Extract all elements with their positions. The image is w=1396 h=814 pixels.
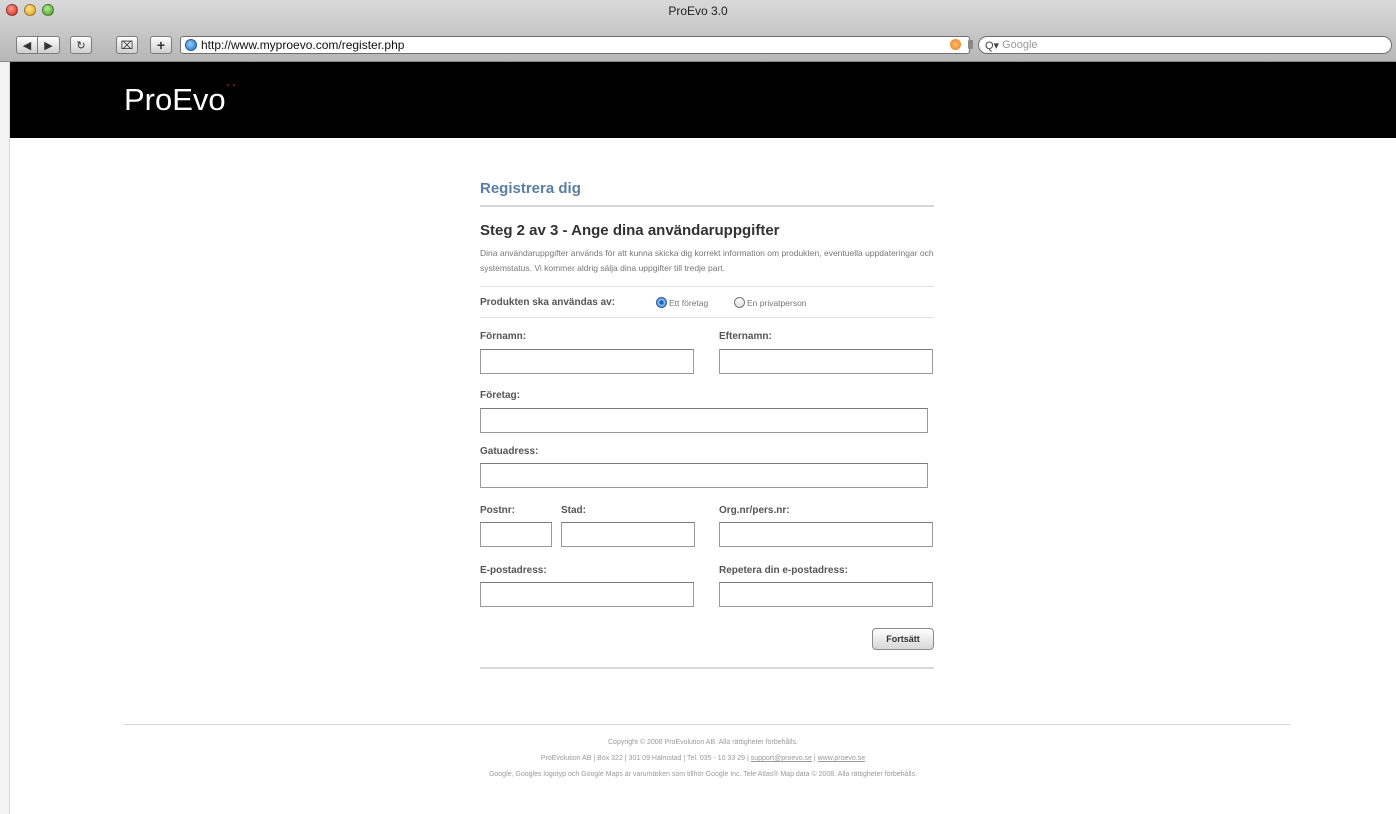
site-header: ProEvo˙˙: [10, 62, 1396, 138]
forward-button[interactable]: ▶: [38, 36, 60, 54]
continue-button[interactable]: Fortsätt: [872, 628, 934, 650]
plus-icon: +: [156, 37, 166, 53]
title-bar: ProEvo 3.0: [0, 0, 1396, 22]
usage-divider: [480, 317, 934, 318]
zip-input[interactable]: [480, 522, 552, 547]
form-bottom-divider: [480, 667, 934, 669]
window-left-edge: [0, 62, 10, 814]
browser-toolbar: ◀ ▶ ↻ ⌧ + http://www.myproevo.com/regist…: [0, 30, 1396, 58]
first-name-input[interactable]: [480, 349, 694, 374]
logo-mark-icon: ˙˙: [225, 82, 238, 102]
email-repeat-input[interactable]: [719, 582, 933, 607]
last-name-label: Efternamn:: [719, 331, 772, 342]
footer-address-text: ProEvolution AB | Box 322 | 301 09 Halms…: [540, 755, 751, 762]
city-label: Stad:: [561, 505, 586, 516]
usage-label: Produkten ska användas av:: [480, 297, 616, 308]
first-name-label: Förnamn:: [480, 331, 527, 342]
email-repeat-label: Repetera din e-postadress:: [719, 565, 848, 576]
email-label: E-postadress:: [480, 565, 547, 576]
search-field[interactable]: Q▾ Google: [978, 36, 1392, 54]
snapback-button[interactable]: ⌧: [116, 36, 138, 54]
heading-divider: [480, 205, 934, 207]
radio-private[interactable]: [734, 297, 745, 308]
org-nr-input[interactable]: [719, 522, 933, 547]
add-bookmark-button[interactable]: +: [150, 36, 172, 54]
rss-icon[interactable]: [950, 39, 961, 50]
logo-text: ProEvo: [124, 82, 226, 117]
search-icon[interactable]: Q▾: [985, 39, 999, 52]
radio-company-label[interactable]: Ett företag: [669, 298, 708, 308]
browser-chrome: ProEvo 3.0 ◀ ▶ ↻ ⌧ + http://www.myproevo…: [0, 0, 1396, 62]
street-input[interactable]: [480, 463, 928, 488]
description-divider: [480, 286, 934, 287]
street-label: Gatuadress:: [480, 446, 539, 457]
last-name-input[interactable]: [719, 349, 933, 374]
reload-button[interactable]: ↻: [70, 36, 92, 54]
footer-copyright: Copyright © 2008 ProEvolution AB. Alla r…: [608, 739, 798, 746]
radio-private-label[interactable]: En privatperson: [747, 298, 807, 308]
city-input[interactable]: [561, 522, 695, 547]
company-label: Företag:: [480, 390, 520, 401]
support-email-link[interactable]: support@proevo.se: [751, 755, 812, 762]
reload-icon: ↻: [76, 39, 86, 52]
org-nr-label: Org.nr/pers.nr:: [719, 505, 790, 516]
back-arrow-icon: ◀: [22, 39, 32, 52]
address-bar[interactable]: http://www.myproevo.com/register.php: [180, 36, 970, 54]
footer-divider: [124, 724, 1290, 725]
form-heading: Registrera dig: [480, 180, 581, 197]
company-input[interactable]: [480, 408, 928, 433]
back-button[interactable]: ◀: [16, 36, 38, 54]
address-url[interactable]: http://www.myproevo.com/register.php: [201, 38, 404, 52]
snapback-icon: ⌧: [120, 39, 134, 52]
email-input[interactable]: [480, 582, 694, 607]
page-content: ProEvo˙˙ Registrera dig Steg 2 av 3 - An…: [10, 62, 1396, 814]
footer-address: ProEvolution AB | Box 322 | 301 09 Halms…: [10, 755, 1396, 762]
step-title: Steg 2 av 3 - Ange dina användaruppgifte…: [480, 222, 780, 239]
zip-label: Postnr:: [480, 505, 515, 516]
forward-arrow-icon: ▶: [44, 39, 53, 52]
website-link[interactable]: www.proevo.se: [818, 755, 865, 762]
search-placeholder: Google: [1002, 39, 1038, 51]
search-engine-dropdown-icon[interactable]: [968, 40, 973, 49]
form-description: Dina användaruppgifter används för att k…: [480, 248, 934, 273]
radio-company[interactable]: [656, 297, 667, 308]
window-title: ProEvo 3.0: [668, 4, 728, 18]
proevo-logo[interactable]: ProEvo˙˙: [124, 82, 238, 118]
footer-trademark: Google, Googles logotyp och Google Maps …: [488, 771, 918, 778]
globe-icon: [185, 39, 197, 51]
